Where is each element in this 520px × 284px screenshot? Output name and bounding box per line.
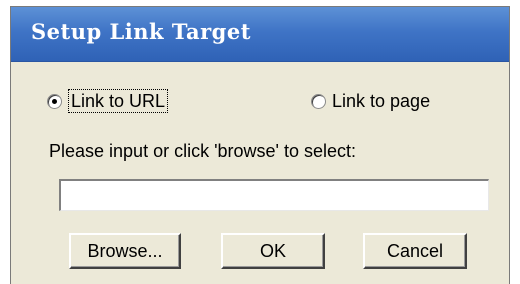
link-to-url-option[interactable]: Link to URL <box>47 89 169 113</box>
link-to-page-label[interactable]: Link to page <box>332 90 430 112</box>
browse-button[interactable]: Browse... <box>69 233 181 269</box>
link-to-page-option[interactable]: Link to page <box>311 89 430 113</box>
link-to-page-radio[interactable] <box>311 93 326 109</box>
setup-link-target-dialog: Setup Link Target Link to URL Link to pa… <box>10 6 510 284</box>
link-to-url-radio[interactable] <box>47 93 62 109</box>
cancel-button[interactable]: Cancel <box>363 233 467 269</box>
ok-button[interactable]: OK <box>221 233 325 269</box>
url-input[interactable] <box>59 179 489 211</box>
select-prompt: Please input or click 'browse' to select… <box>49 141 357 161</box>
dialog-title: Setup Link Target <box>31 19 251 44</box>
link-to-url-label[interactable]: Link to URL <box>68 89 169 113</box>
title-bar[interactable]: Setup Link Target <box>11 7 509 62</box>
